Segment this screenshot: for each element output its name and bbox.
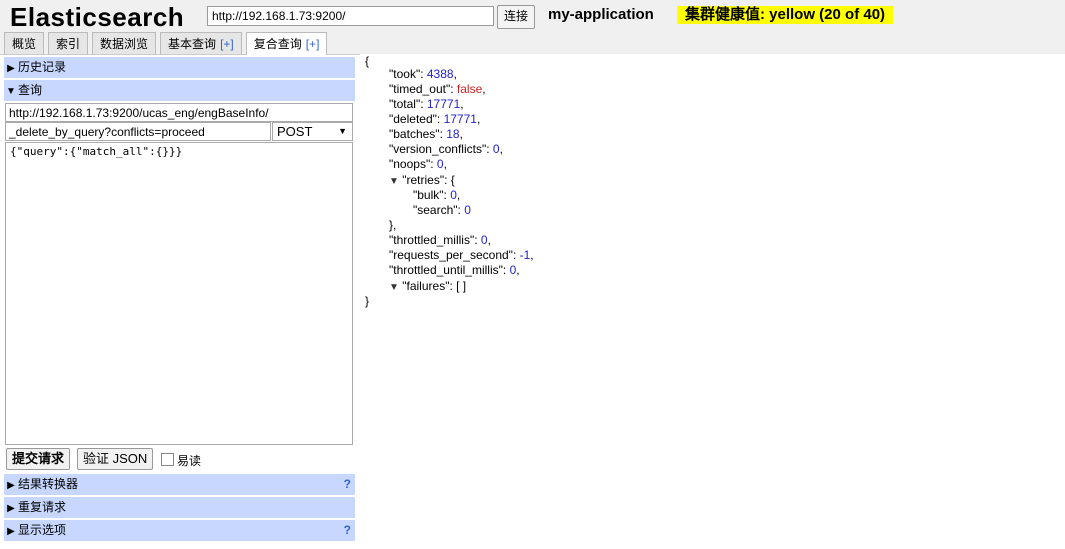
json-entry-took: "took": 4388, bbox=[389, 67, 457, 81]
help-icon[interactable]: ? bbox=[344, 520, 351, 541]
query-panel: ▶ 历史记录 ▼ 查询 http://192.168.1.73:9200/ucas_… bbox=[4, 57, 356, 547]
tab-label: 数据浏览 bbox=[100, 37, 149, 51]
query-body-textarea[interactable]: {"query":{"match_all":{}}} bbox=[5, 142, 353, 445]
validate-json-button[interactable]: 验证 JSON bbox=[77, 448, 154, 470]
repeat-section-header[interactable]: ▶ 重复请求 bbox=[4, 497, 355, 518]
section-label: 查询 bbox=[18, 83, 43, 97]
method-select[interactable]: POST ▼ bbox=[272, 122, 353, 141]
chevron-down-icon: ▼ bbox=[338, 126, 347, 136]
triangle-down-icon: ▼ bbox=[6, 86, 16, 97]
submit-request-button[interactable]: 提交请求 bbox=[6, 448, 71, 470]
json-entry-retries: ▼ "retries": { bbox=[389, 173, 455, 187]
json-entry-failures: ▼ "failures": [ ] bbox=[389, 279, 467, 293]
json-entry-noops: "noops": 0, bbox=[389, 157, 447, 171]
connect-button[interactable]: 连接 bbox=[497, 5, 536, 29]
json-entry-throttled-millis: "throttled_millis": 0, bbox=[389, 233, 491, 247]
json-entry-batches: "batches": 18, bbox=[389, 127, 463, 141]
json-entry-timed-out: "timed_out": false, bbox=[389, 82, 486, 96]
section-label: 显示选项 bbox=[18, 523, 67, 537]
tab-label: 概览 bbox=[12, 37, 37, 51]
triangle-right-icon: ▶ bbox=[7, 480, 15, 491]
query-url-input[interactable]: http://192.168.1.73:9200/ucas_eng/engBas… bbox=[5, 103, 353, 122]
tab-add-button[interactable]: [+] bbox=[220, 37, 234, 51]
json-entry-total: "total": 17771, bbox=[389, 97, 464, 111]
triangle-right-icon: ▶ bbox=[7, 503, 15, 514]
tab-label: 基本查询 bbox=[168, 37, 217, 51]
json-open-brace: { bbox=[365, 54, 370, 68]
section-label: 历史记录 bbox=[18, 60, 67, 74]
json-close-brace: } bbox=[365, 294, 370, 308]
json-entry-search: "search": 0 bbox=[413, 203, 471, 217]
cluster-health-badge: 集群健康值: yellow (20 of 40) bbox=[677, 6, 894, 24]
history-section-header[interactable]: ▶ 历史记录 bbox=[4, 57, 355, 78]
tab-bar: 概览 索引 数据浏览 基本查询 [+] 复合查询 [+] bbox=[4, 32, 331, 55]
tab-overview[interactable]: 概览 bbox=[4, 32, 45, 54]
tab-indices[interactable]: 索引 bbox=[48, 32, 89, 54]
collapse-toggle-icon[interactable]: ▼ bbox=[389, 282, 399, 293]
section-label: 结果转换器 bbox=[18, 477, 79, 491]
cluster-name: my-application bbox=[548, 6, 654, 23]
collapse-toggle-icon[interactable]: ▼ bbox=[389, 176, 399, 187]
triangle-right-icon: ▶ bbox=[7, 63, 15, 74]
tab-browser[interactable]: 数据浏览 bbox=[92, 32, 157, 54]
json-entry-throttled-until-millis: "throttled_until_millis": 0, bbox=[389, 263, 520, 277]
tab-add-button[interactable]: [+] bbox=[306, 37, 320, 51]
result-panel: { "took": 4388, "timed_out": false, "tot… bbox=[360, 54, 1065, 549]
pretty-checkbox[interactable] bbox=[161, 453, 174, 466]
method-value: POST bbox=[277, 124, 313, 139]
json-entry-requests-per-second: "requests_per_second": -1, bbox=[389, 248, 534, 262]
query-section-header[interactable]: ▼ 查询 bbox=[4, 80, 355, 101]
pretty-label: 易读 bbox=[177, 454, 202, 468]
json-retries-close: }, bbox=[389, 218, 397, 232]
json-entry-version-conflicts: "version_conflicts": 0, bbox=[389, 142, 503, 156]
triangle-right-icon: ▶ bbox=[7, 526, 15, 537]
json-entry-deleted: "deleted": 17771, bbox=[389, 112, 481, 126]
tab-basic-query[interactable]: 基本查询 [+] bbox=[160, 32, 242, 54]
tab-label: 索引 bbox=[56, 37, 81, 51]
header-bar: Elasticsearch 连接 my-application 集群健康值: y… bbox=[0, 0, 1065, 55]
display-options-section-header[interactable]: ▶ 显示选项 ? bbox=[4, 520, 355, 541]
help-icon[interactable]: ? bbox=[344, 474, 351, 495]
query-path-input[interactable]: _delete_by_query?conflicts=proceed bbox=[5, 122, 271, 141]
section-label: 重复请求 bbox=[18, 500, 67, 514]
server-url-input[interactable] bbox=[207, 6, 494, 26]
transformer-section-header[interactable]: ▶ 结果转换器 ? bbox=[4, 474, 355, 495]
tab-label: 复合查询 bbox=[253, 37, 302, 51]
tab-compound-query[interactable]: 复合查询 [+] bbox=[245, 32, 328, 55]
json-entry-bulk: "bulk": 0, bbox=[413, 188, 461, 202]
app-title: Elasticsearch bbox=[10, 2, 185, 32]
